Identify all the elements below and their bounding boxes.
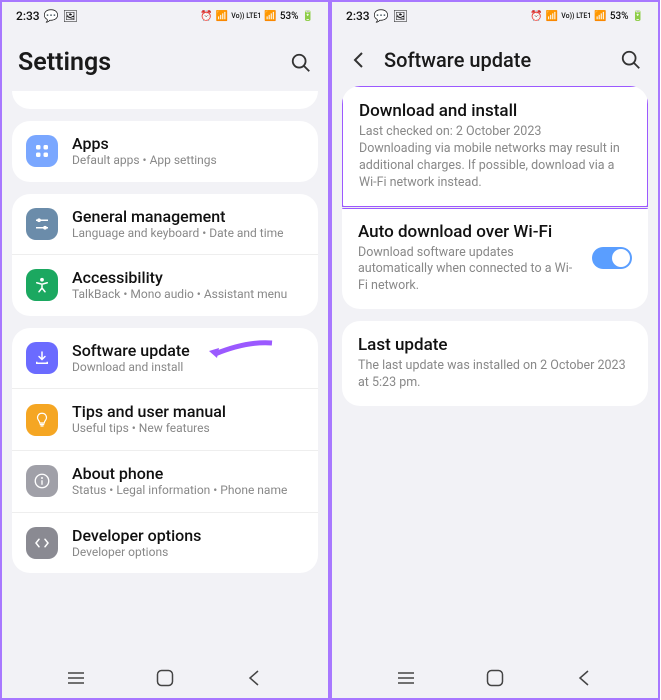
page-title: Settings [18,48,276,77]
item-apps[interactable]: Apps Default apps • App settings [12,121,318,182]
phone-left: 2:33 💬 🖼 ⏰ 📶 Vo)) LTE1 📶 53% 🔋 Settings [0,0,330,700]
item-desc: Download software updates automatically … [358,245,580,296]
sliders-icon [26,208,58,240]
back-button[interactable] [348,49,370,71]
item-title: About phone [72,464,304,483]
item-general-management[interactable]: General management Language and keyboard… [12,194,318,255]
chat-icon: 💬 [44,9,59,23]
item-sub: Developer options [72,545,304,561]
battery-pct: 53% [280,11,299,22]
navbar [2,658,328,698]
dev-icon [26,527,58,559]
item-sub: Language and keyboard • Date and time [72,226,304,242]
image-icon: 🖼 [63,9,78,23]
signal-icon: 📶 [594,11,606,22]
nav-home[interactable] [484,667,506,689]
item-about-phone[interactable]: About phone Status • Legal information •… [12,450,318,512]
update-icon [26,342,58,374]
net-label: Vo)) LTE1 [561,12,591,20]
item-developer-options[interactable]: Developer options Developer options [12,512,318,574]
card-peek [12,91,318,109]
item-title: Accessibility [72,268,304,287]
content-left: Apps Default apps • App settings General… [2,91,328,658]
item-last-update[interactable]: Last update The last update was installe… [342,321,648,406]
item-sub: Useful tips • New features [72,421,304,437]
nav-back[interactable] [243,667,265,689]
tips-icon [26,404,58,436]
status-bar: 2:33 💬 🖼 ⏰ 📶 Vo)) LTE1 📶 53% 🔋 [332,2,658,30]
net-label: Vo)) LTE1 [231,12,261,20]
item-accessibility[interactable]: Accessibility TalkBack • Mono audio • As… [12,254,318,316]
annotation-arrow [207,338,277,364]
battery-icon: 🔋 [632,11,644,22]
status-time: 2:33 [16,9,40,23]
alarm-icon: ⏰ [530,11,542,22]
item-desc: The last update was installed on 2 Octob… [358,358,632,392]
chat-icon: 💬 [374,9,389,23]
item-software-update[interactable]: Software update Download and install [12,328,318,389]
content-right: Download and install Last checked on: 2 … [332,86,658,658]
settings-group: Software update Download and install Tip… [12,328,318,573]
toggle-auto-download[interactable] [592,247,632,269]
update-group: Last update The last update was installe… [342,321,648,406]
item-desc: Last checked on: 2 October 2023 Download… [359,124,631,192]
image-icon: 🖼 [393,9,408,23]
nav-home[interactable] [154,667,176,689]
item-title: Last update [358,335,632,355]
page-title: Software update [384,48,606,72]
battery-icon: 🔋 [302,11,314,22]
status-time: 2:33 [346,9,370,23]
header-left: Settings [2,30,328,91]
phone-right: 2:33 💬 🖼 ⏰ 📶 Vo)) LTE1 📶 53% 🔋 Software … [330,0,660,700]
wifi-icon: 📶 [546,11,558,22]
item-title: Tips and user manual [72,402,304,421]
search-button[interactable] [290,52,312,74]
info-icon [26,465,58,497]
accessibility-icon [26,269,58,301]
item-download-install[interactable]: Download and install Last checked on: 2 … [342,86,648,209]
nav-recents[interactable] [65,667,87,689]
item-tips[interactable]: Tips and user manual Useful tips • New f… [12,388,318,450]
item-title: General management [72,207,304,226]
header-right: Software update [332,30,658,86]
navbar [332,658,658,698]
settings-group: General management Language and keyboard… [12,194,318,316]
item-title: Apps [72,134,304,153]
status-bar: 2:33 💬 🖼 ⏰ 📶 Vo)) LTE1 📶 53% 🔋 [2,2,328,30]
settings-group: Apps Default apps • App settings [12,121,318,182]
apps-icon [26,135,58,167]
search-button[interactable] [620,49,642,71]
signal-icon: 📶 [264,11,276,22]
item-title: Auto download over Wi-Fi [358,222,580,242]
item-title: Developer options [72,526,304,545]
item-title: Download and install [359,101,631,121]
nav-back[interactable] [573,667,595,689]
nav-recents[interactable] [395,667,417,689]
alarm-icon: ⏰ [200,11,212,22]
wifi-icon: 📶 [216,11,228,22]
item-sub: Default apps • App settings [72,153,304,169]
item-sub: Status • Legal information • Phone name [72,483,304,499]
battery-pct: 53% [610,11,629,22]
item-sub: TalkBack • Mono audio • Assistant menu [72,287,304,303]
update-group: Download and install Last checked on: 2 … [342,86,648,309]
item-auto-download[interactable]: Auto download over Wi-Fi Download softwa… [342,207,648,310]
